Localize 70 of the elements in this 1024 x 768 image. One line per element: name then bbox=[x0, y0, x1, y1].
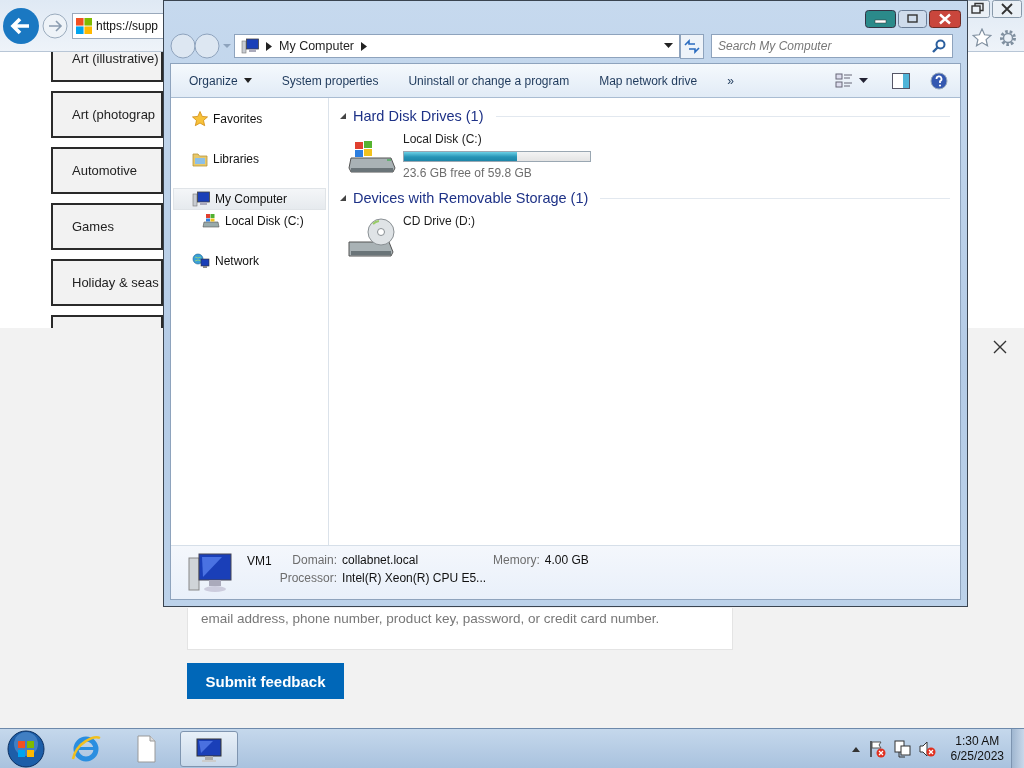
clock[interactable]: 1:30 AM 6/25/2023 bbox=[950, 733, 1004, 764]
nav-item[interactable]: Network bbox=[173, 250, 326, 272]
minimize-icon[interactable] bbox=[865, 10, 896, 28]
close-icon[interactable] bbox=[929, 10, 961, 28]
computer-name: VM1 bbox=[247, 554, 272, 568]
drive-name[interactable]: CD Drive (D:) bbox=[403, 214, 475, 229]
submit-button[interactable]: Submit feedback bbox=[187, 663, 344, 699]
computer-icon bbox=[241, 38, 259, 54]
free-space-text: 23.6 GB free of 59.8 GB bbox=[403, 166, 533, 180]
breadcrumb[interactable]: My Computer bbox=[279, 39, 355, 53]
caret-icon bbox=[243, 78, 252, 83]
nav-item[interactable]: Favorites bbox=[173, 108, 326, 130]
chevron-icon[interactable] bbox=[361, 41, 368, 51]
restore-icon[interactable] bbox=[966, 0, 990, 18]
speaker-icon[interactable] bbox=[917, 739, 936, 758]
detail-value: 4.00 GB bbox=[544, 553, 589, 569]
category-button[interactable]: Automotive bbox=[51, 147, 163, 194]
category-button[interactable]: Art (photograp bbox=[51, 91, 163, 138]
category-button[interactable]: Games bbox=[51, 203, 163, 250]
category-button[interactable]: Art (illustrative) bbox=[51, 52, 163, 82]
drive-icon bbox=[202, 213, 220, 229]
cd-drive-icon bbox=[347, 218, 397, 258]
group-header[interactable]: Hard Disk Drives (1) bbox=[353, 108, 484, 124]
search-icon[interactable] bbox=[932, 39, 946, 53]
collapse-icon[interactable] bbox=[339, 112, 347, 120]
nav-item[interactable]: Local Disk (C:) bbox=[173, 210, 326, 232]
help-icon[interactable] bbox=[930, 71, 948, 90]
network-icon[interactable] bbox=[892, 739, 911, 758]
detail-value: Intel(R) Xeon(R) CPU E5... bbox=[342, 571, 487, 587]
hint-text: email address, phone number, product key, password, or credit card number. bbox=[201, 611, 660, 626]
preview-pane-icon[interactable] bbox=[892, 72, 910, 89]
star-icon bbox=[192, 111, 208, 127]
star-icon[interactable] bbox=[972, 28, 992, 48]
chevron-icon[interactable] bbox=[266, 41, 272, 51]
drive-name[interactable]: Local Disk (C:) bbox=[403, 132, 591, 147]
nav-item[interactable]: My Computer bbox=[173, 188, 326, 210]
windows-logo-icon bbox=[76, 17, 92, 34]
toolbar-button[interactable]: System properties bbox=[273, 68, 387, 93]
feedback-field[interactable]: email address, phone number, product key, password, or credit card number. bbox=[187, 608, 733, 650]
toolbar-button[interactable]: Uninstall or change a program bbox=[400, 68, 578, 93]
collapse-icon[interactable] bbox=[339, 194, 347, 202]
taskbar-button[interactable] bbox=[180, 730, 238, 767]
address-bar[interactable]: My Computer bbox=[234, 34, 680, 58]
toolbar-button[interactable]: Organize bbox=[181, 68, 260, 93]
caret-icon[interactable] bbox=[859, 77, 868, 84]
detail-label: Processor: bbox=[279, 571, 338, 587]
close-icon[interactable] bbox=[993, 340, 1007, 354]
detail-label: Domain: bbox=[291, 553, 338, 569]
search-field[interactable]: Search My Computer bbox=[711, 34, 953, 58]
back-icon[interactable] bbox=[2, 6, 40, 45]
group-header[interactable]: Devices with Removable Storage (1) bbox=[353, 190, 589, 206]
flag-icon[interactable] bbox=[867, 739, 886, 758]
caret-icon[interactable] bbox=[664, 43, 673, 49]
detail-value: collabnet.local bbox=[342, 553, 420, 569]
address-field[interactable]: https://supp bbox=[72, 12, 163, 39]
maximize-icon[interactable] bbox=[898, 10, 927, 28]
view-options-icon[interactable] bbox=[835, 72, 853, 89]
close-icon[interactable] bbox=[992, 0, 1022, 18]
toolbar-button[interactable]: Map network drive bbox=[591, 68, 706, 93]
computer-icon bbox=[187, 551, 235, 594]
toolbar-button[interactable]: » bbox=[719, 68, 742, 93]
network-icon bbox=[192, 253, 210, 269]
category-button[interactable]: Holiday & seas bbox=[51, 259, 163, 306]
refresh-icon[interactable] bbox=[680, 33, 704, 59]
library-folder-icon bbox=[192, 151, 208, 167]
settings-icon[interactable] bbox=[998, 28, 1018, 48]
start-icon[interactable] bbox=[6, 728, 46, 768]
nav-item[interactable]: Libraries bbox=[173, 148, 326, 170]
computer-icon bbox=[192, 191, 210, 207]
detail-label: Memory: bbox=[493, 553, 540, 569]
